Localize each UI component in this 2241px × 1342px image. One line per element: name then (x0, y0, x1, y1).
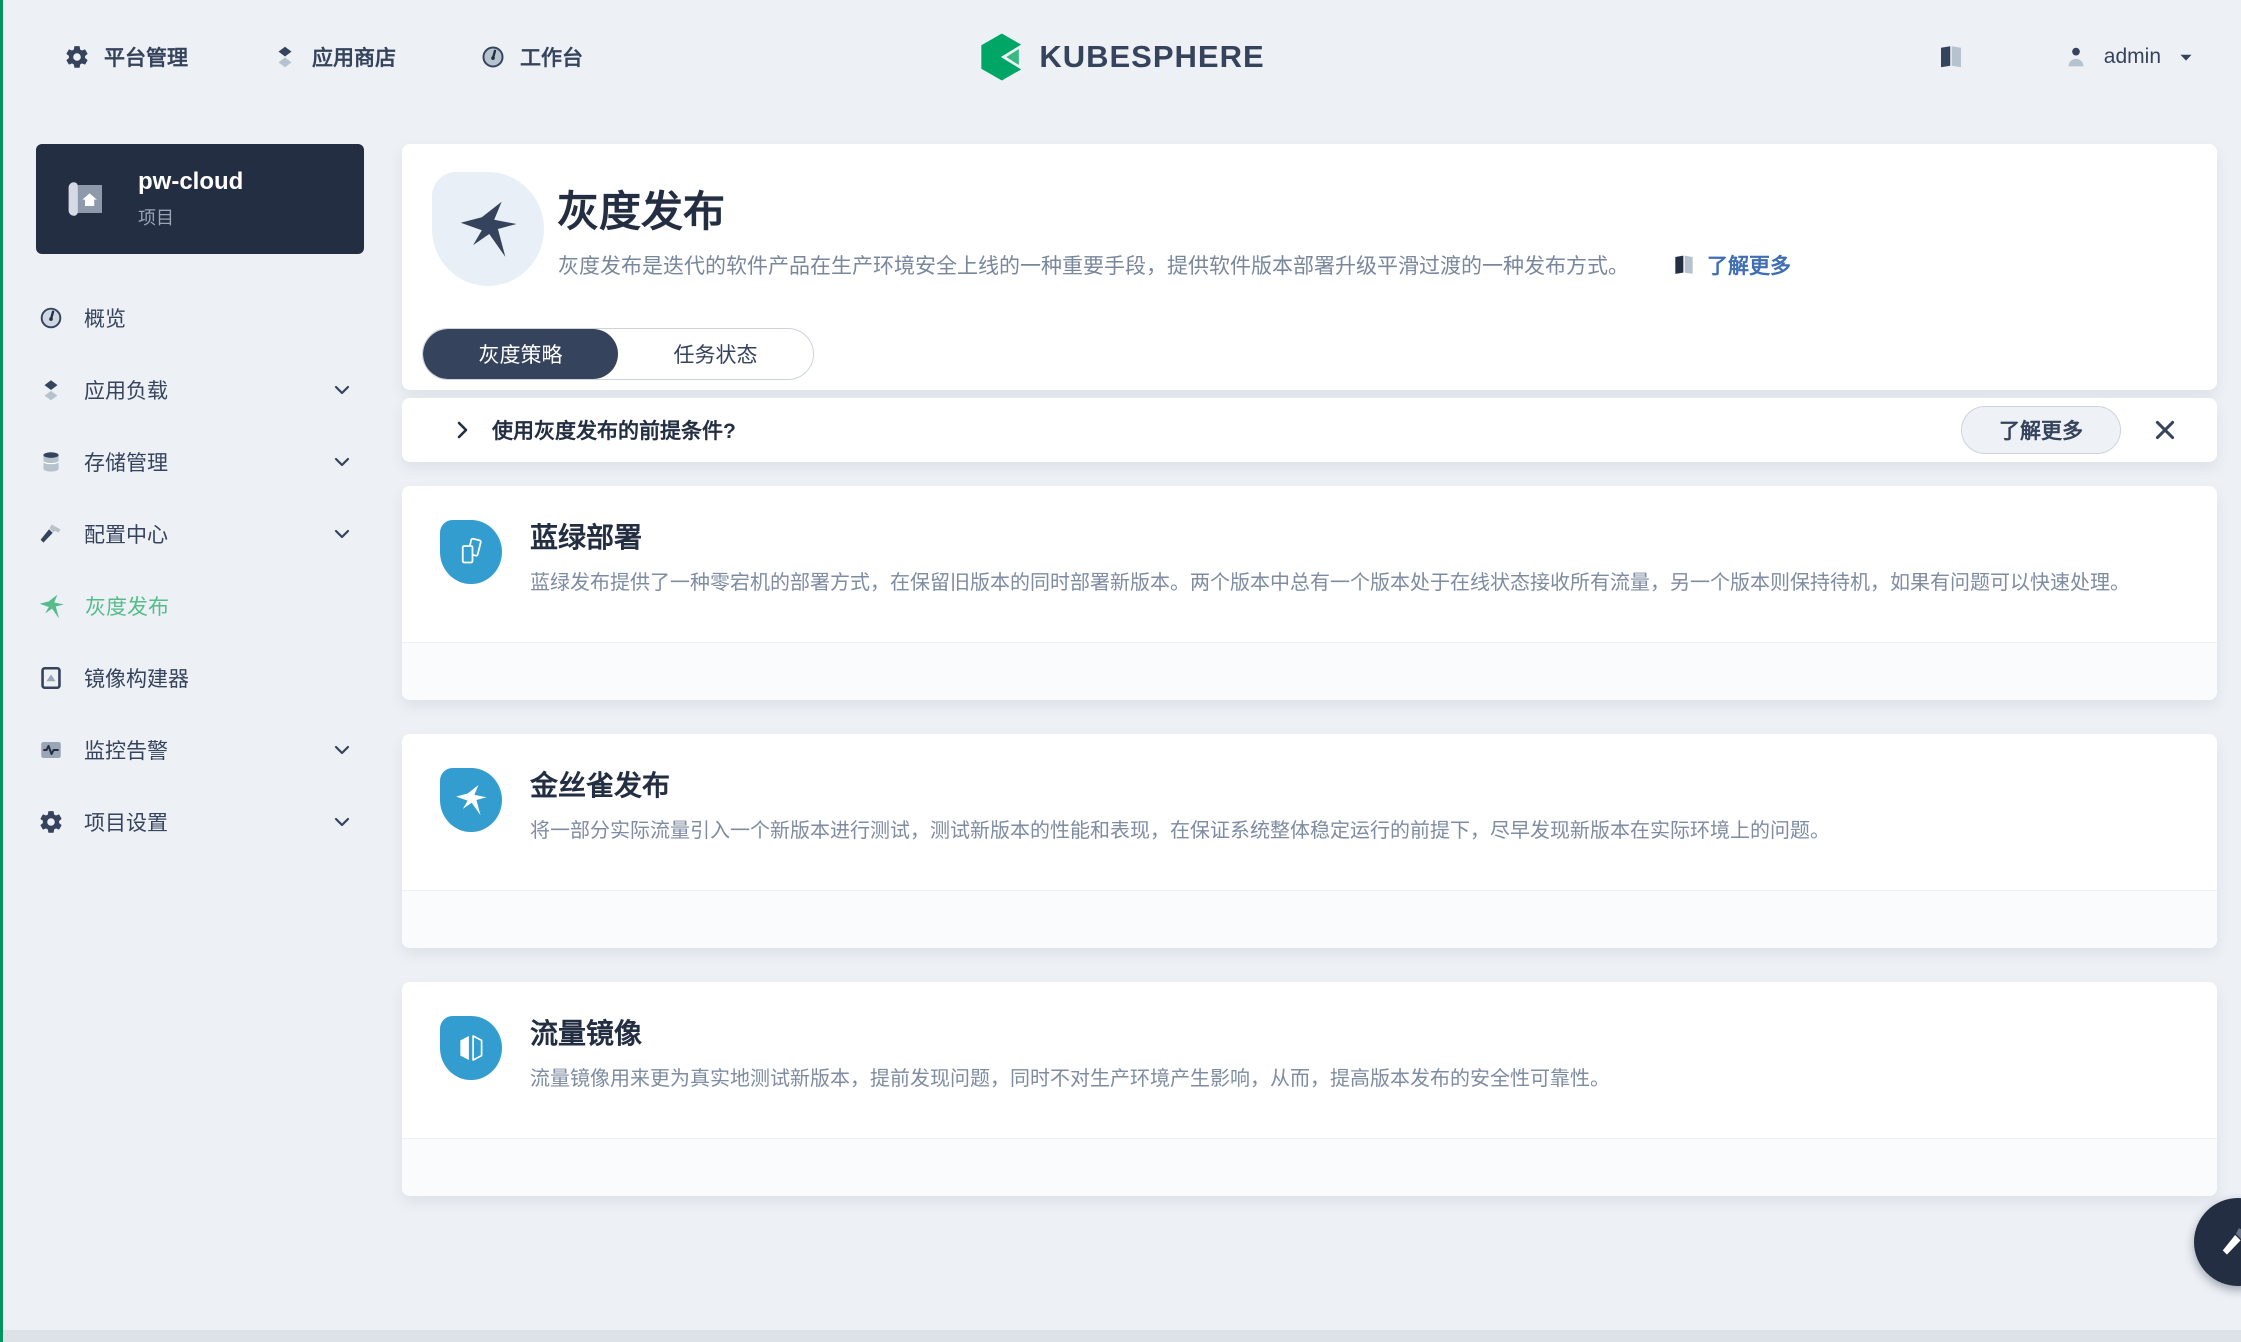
sidebar-item-label: 监控告警 (84, 735, 168, 765)
chevron-down-icon (330, 522, 354, 546)
nav-item-app-store[interactable]: 应用商店 (272, 42, 396, 72)
strategy-description: 将一部分实际流量引入一个新版本进行测试，测试新版本的性能和表现，在保证系统整体稳… (530, 816, 2170, 846)
database-icon (38, 449, 64, 475)
chevron-down-icon (330, 378, 354, 402)
sidebar-item-monitoring[interactable]: 监控告警 (0, 714, 400, 786)
nav-item-label: 平台管理 (104, 42, 188, 72)
strategy-card-footer (402, 890, 2217, 948)
sidebar-item-label: 镜像构建器 (84, 663, 189, 693)
close-icon[interactable] (2151, 416, 2179, 444)
strategy-description: 流量镜像用来更为真实地测试新版本，提前发现问题，同时不对生产环境产生影响，从而，… (530, 1064, 2170, 1094)
nav-right-group: admin (1936, 0, 2197, 114)
sidebar-item-label: 概览 (84, 303, 126, 333)
sidebar-menu: 概览 应用负载 存储管理 配置中心 (0, 282, 400, 858)
gauge-icon (38, 305, 64, 331)
page-title: 灰度发布 (557, 178, 725, 239)
app-store-icon (272, 44, 298, 70)
logo-text: KUBESPHERE (1039, 39, 1264, 75)
page-description: 灰度发布是迭代的软件产品在生产环境安全上线的一种重要手段，提供软件版本部署升级平… (558, 250, 1629, 280)
nav-left-group: 平台管理 应用商店 工作台 (64, 0, 583, 114)
user-name: admin (2104, 45, 2161, 69)
nav-item-label: 工作台 (520, 42, 583, 72)
sidebar-item-label: 应用负载 (84, 375, 168, 405)
strategy-card-canary[interactable]: 金丝雀发布 将一部分实际流量引入一个新版本进行测试，测试新版本的性能和表现，在保… (402, 734, 2217, 948)
sidebar-item-label: 存储管理 (84, 447, 168, 477)
kubesphere-app: 平台管理 应用商店 工作台 (0, 0, 2241, 1342)
chevron-down-icon (330, 738, 354, 762)
learn-more-label: 了解更多 (1707, 250, 1791, 280)
pulse-monitor-icon (38, 737, 64, 763)
chevron-down-icon (330, 450, 354, 474)
sidebar-item-storage[interactable]: 存储管理 (0, 426, 400, 498)
strategy-card-blue-green[interactable]: 蓝绿部署 蓝绿发布提供了一种零宕机的部署方式，在保留旧版本的同时部署新版本。两个… (402, 486, 2217, 700)
tab-job-status[interactable]: 任务状态 (618, 329, 813, 379)
page-description-row: 灰度发布是迭代的软件产品在生产环境安全上线的一种重要手段，提供软件版本部署升级平… (558, 250, 1791, 280)
grayscale-release-header-card: 灰度发布 灰度发布是迭代的软件产品在生产环境安全上线的一种重要手段，提供软件版本… (402, 144, 2217, 390)
bird-icon (38, 593, 65, 620)
bottom-strip (0, 1330, 2241, 1342)
strategy-card-footer (402, 642, 2217, 700)
prerequisite-learn-more-button[interactable]: 了解更多 (1961, 406, 2121, 454)
blue-green-deployment-icon (440, 520, 502, 584)
strategy-title: 金丝雀发布 (530, 764, 670, 804)
project-type: 项目 (138, 204, 243, 230)
user-avatar-icon (2062, 43, 2090, 71)
toolbox-button[interactable] (2194, 1198, 2241, 1286)
gear-icon (38, 809, 64, 835)
nav-item-label: 应用商店 (312, 42, 396, 72)
sidebar-item-label: 配置中心 (84, 519, 168, 549)
kubesphere-logo-mark-icon (976, 32, 1026, 82)
strategy-description: 蓝绿发布提供了一种零宕机的部署方式，在保留旧版本的同时部署新版本。两个版本中总有… (530, 568, 2170, 598)
chevron-down-icon (330, 810, 354, 834)
user-menu[interactable]: admin (2062, 43, 2197, 71)
sidebar-item-image-builder[interactable]: 镜像构建器 (0, 642, 400, 714)
nav-item-platform-management[interactable]: 平台管理 (64, 42, 188, 72)
sidebar-item-overview[interactable]: 概览 (0, 282, 400, 354)
sidebar-item-grayscale-release[interactable]: 灰度发布 (0, 570, 400, 642)
hammer-icon (2219, 1223, 2241, 1261)
tab-bar: 灰度策略 任务状态 (422, 328, 814, 380)
canary-release-icon (440, 768, 502, 832)
gear-icon (64, 44, 90, 70)
project-name: pw-cloud (138, 168, 243, 196)
prerequisite-question: 使用灰度发布的前提条件? (492, 415, 736, 445)
sidebar-item-workloads[interactable]: 应用负载 (0, 354, 400, 426)
hammer-icon (38, 521, 64, 547)
sidebar-item-label: 灰度发布 (85, 591, 169, 621)
image-builder-icon (38, 665, 64, 691)
layers-icon (38, 377, 64, 403)
nav-item-workbench[interactable]: 工作台 (480, 42, 583, 72)
documentation-book-icon[interactable] (1936, 42, 1966, 72)
dashboard-gauge-icon (480, 44, 506, 70)
strategy-title: 蓝绿部署 (530, 516, 642, 556)
grayscale-release-hero-icon (432, 172, 544, 286)
chevron-right-icon (450, 418, 474, 442)
sidebar-item-label: 项目设置 (84, 807, 168, 837)
strategy-title: 流量镜像 (530, 1012, 642, 1052)
book-icon (1671, 252, 1697, 278)
project-switcher[interactable]: pw-cloud 项目 (36, 144, 364, 254)
top-navigation: 平台管理 应用商店 工作台 (0, 0, 2241, 114)
kubesphere-logo[interactable]: KUBESPHERE (976, 0, 1264, 114)
prerequisite-banner[interactable]: 使用灰度发布的前提条件? 了解更多 (402, 398, 2217, 462)
strategy-card-traffic-mirroring[interactable]: 流量镜像 流量镜像用来更为真实地测试新版本，提前发现问题，同时不对生产环境产生影… (402, 982, 2217, 1196)
learn-more-link[interactable]: 了解更多 (1671, 250, 1791, 280)
traffic-mirroring-icon (440, 1016, 502, 1080)
project-meta: pw-cloud 项目 (138, 168, 243, 230)
sidebar-item-configuration[interactable]: 配置中心 (0, 498, 400, 570)
chevron-down-icon (2175, 46, 2197, 68)
left-accent-border (0, 0, 3, 1342)
sidebar-item-project-settings[interactable]: 项目设置 (0, 786, 400, 858)
tab-grayscale-strategy[interactable]: 灰度策略 (423, 329, 618, 379)
project-icon (62, 175, 110, 223)
strategy-card-footer (402, 1138, 2217, 1196)
